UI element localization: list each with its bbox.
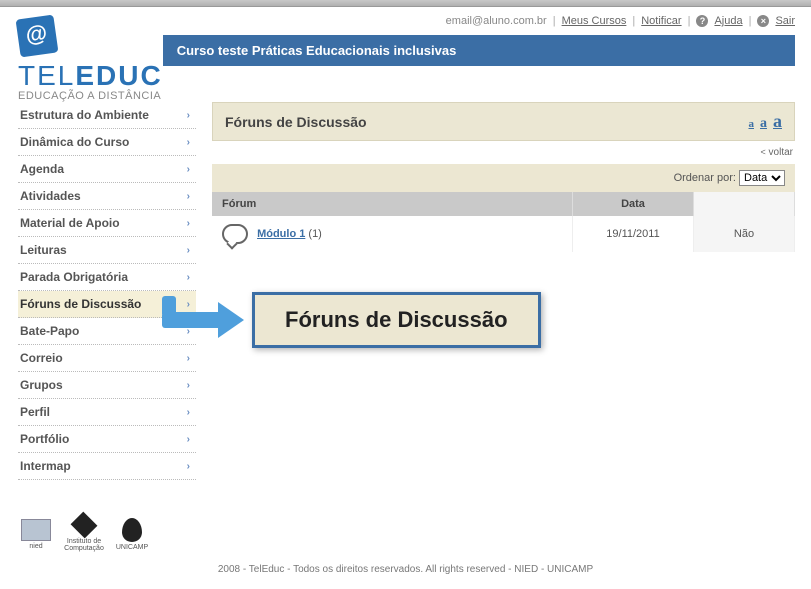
chevron-right-icon: › [187, 245, 190, 256]
chevron-right-icon: › [187, 272, 190, 283]
at-icon [16, 15, 59, 58]
font-size-large[interactable]: a [773, 111, 782, 132]
chevron-right-icon: › [187, 218, 190, 229]
forum-count: (1) [308, 228, 321, 240]
table-row: Módulo 1 (1) 19/11/2011 Não [212, 216, 795, 252]
link-my-courses[interactable]: Meus Cursos [562, 15, 627, 27]
col-forum: Fórum [212, 192, 573, 216]
sort-bar: Ordenar por: Data [212, 164, 795, 192]
nav-parada[interactable]: Parada Obrigatória› [18, 264, 196, 291]
forum-link[interactable]: Módulo 1 [257, 228, 305, 240]
font-size-small[interactable]: a [749, 118, 755, 130]
section-header: Fóruns de Discussão a a a [212, 102, 795, 141]
nav-atividades[interactable]: Atividades› [18, 183, 196, 210]
footer-copyright: 2008 - TelEduc - Todos os direitos reser… [0, 558, 811, 589]
nav-agenda[interactable]: Agenda› [18, 156, 196, 183]
brand-name-2: EDUC [75, 60, 162, 91]
col-date: Data [573, 192, 694, 216]
back-link[interactable]: < voltar [761, 147, 794, 158]
callout-box: Fóruns de Discussão [252, 292, 541, 348]
nav-correio[interactable]: Correio› [18, 345, 196, 372]
brand-name-1: TEL [18, 60, 75, 91]
arrow-icon [162, 298, 252, 342]
sort-label: Ordenar por: [674, 172, 736, 184]
section-title: Fóruns de Discussão [225, 114, 367, 130]
user-email: email@aluno.com.br [446, 15, 547, 27]
chevron-right-icon: › [187, 110, 190, 121]
chevron-right-icon: › [187, 380, 190, 391]
chevron-right-icon: › [187, 353, 190, 364]
logo-nied: nied [18, 516, 54, 552]
forum-date: 19/11/2011 [573, 216, 694, 252]
brand-logo: TELEDUC EDUCAÇÃO A DISTÂNCIA [18, 15, 163, 102]
help-icon[interactable]: ? [696, 15, 708, 27]
font-size-controls: a a a [749, 111, 783, 132]
nav-leituras[interactable]: Leituras› [18, 237, 196, 264]
nav-intermap[interactable]: Intermap› [18, 453, 196, 480]
speech-bubble-icon [222, 224, 248, 244]
font-size-medium[interactable]: a [760, 116, 767, 132]
brand-tagline: EDUCAÇÃO A DISTÂNCIA [18, 90, 163, 102]
link-notify[interactable]: Notificar [641, 15, 681, 27]
nav-material[interactable]: Material de Apoio› [18, 210, 196, 237]
chevron-right-icon: › [187, 461, 190, 472]
nav-portfolio[interactable]: Portfólio› [18, 426, 196, 453]
link-exit[interactable]: Sair [775, 15, 795, 27]
utility-links: email@aluno.com.br | Meus Cursos | Notif… [163, 15, 795, 27]
forum-extra: Não [694, 216, 795, 252]
nav-grupos[interactable]: Grupos› [18, 372, 196, 399]
link-help[interactable]: Ajuda [714, 15, 742, 27]
chevron-right-icon: › [187, 407, 190, 418]
forums-table: Fórum Data Módulo 1 (1) 19/11/2011 Não [212, 192, 795, 252]
course-title-bar: Curso teste Práticas Educacionais inclus… [163, 35, 795, 66]
sidebar-nav: Estrutura do Ambiente› Dinâmica do Curso… [18, 102, 196, 480]
chevron-right-icon: › [187, 191, 190, 202]
col-extra [694, 192, 795, 216]
nav-estrutura[interactable]: Estrutura do Ambiente› [18, 102, 196, 129]
nav-perfil[interactable]: Perfil› [18, 399, 196, 426]
exit-icon[interactable]: × [757, 15, 769, 27]
logo-ic: Instituto de Computação [66, 516, 102, 552]
chevron-right-icon: › [187, 164, 190, 175]
sort-select[interactable]: Data [739, 170, 785, 186]
chevron-right-icon: › [187, 137, 190, 148]
window-chrome-bar [0, 0, 811, 7]
callout-annotation: Fóruns de Discussão [212, 292, 795, 348]
chevron-right-icon: › [187, 434, 190, 445]
logo-unicamp: UNICAMP [114, 516, 150, 552]
footer-logos: nied Instituto de Computação UNICAMP [0, 496, 811, 558]
nav-dinamica[interactable]: Dinâmica do Curso› [18, 129, 196, 156]
